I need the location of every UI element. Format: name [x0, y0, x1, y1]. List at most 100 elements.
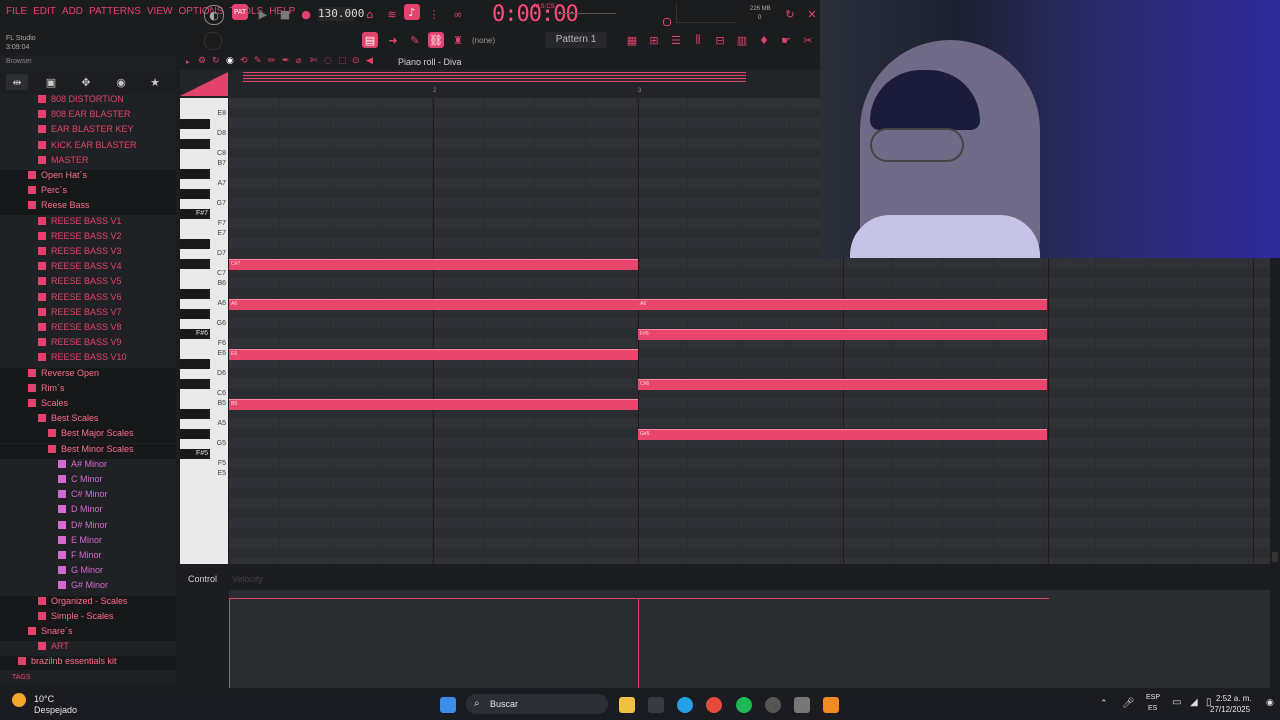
pat-song-toggle[interactable]: PAT [232, 4, 248, 20]
network-icon[interactable]: ▭ [1172, 697, 1181, 708]
midi-note[interactable]: C#6 [638, 379, 1047, 390]
stop-icon[interactable]: ■ [277, 6, 293, 22]
browser-item[interactable]: REESE BASS V4 [0, 261, 176, 276]
touch-icon[interactable]: ☛ [778, 32, 794, 48]
browser-item[interactable]: Reese Bass [0, 200, 176, 216]
weather-icon[interactable] [12, 693, 26, 707]
tab-all-icon[interactable]: ⇹ [6, 74, 28, 90]
piano-roll-tool-icon[interactable]: ◉ [226, 56, 234, 66]
language-2[interactable]: ES [1148, 705, 1157, 712]
tray-chevron-icon[interactable]: ⌃ [1100, 699, 1108, 709]
browser-item[interactable]: KICK EAR BLASTER [0, 140, 176, 155]
piano-roll-tool-icon[interactable]: ◀ [366, 56, 373, 66]
playlist-icon[interactable]: ▦ [624, 32, 640, 48]
velocity-stem-2[interactable] [638, 598, 639, 688]
browser-item[interactable]: REESE BASS V2 [0, 231, 176, 246]
fl-studio-icon[interactable] [823, 697, 839, 713]
piano-roll-tool-icon[interactable]: ⊙ [352, 56, 360, 66]
microphone-icon[interactable]: 🎤︎ [1122, 698, 1135, 709]
weather-temp[interactable]: 10°C [34, 694, 54, 704]
black-key[interactable] [180, 379, 210, 389]
wait-icon[interactable]: ≋ [384, 6, 400, 22]
black-key[interactable] [180, 239, 210, 249]
step-edit-icon[interactable]: ⋮ [426, 6, 442, 22]
browser-item[interactable]: E Minor [0, 535, 176, 550]
control-target[interactable]: Velocity [232, 574, 263, 584]
settings-icon[interactable] [794, 697, 810, 713]
piano-roll-menu-icon[interactable]: ▸ [186, 58, 190, 66]
browser-item[interactable]: REESE BASS V10 [0, 352, 176, 367]
piano-roll-icon[interactable]: ⊞ [646, 32, 662, 48]
loop-record-icon[interactable]: ∞ [450, 6, 466, 22]
language-1[interactable]: ESP [1146, 694, 1160, 701]
browser-item[interactable]: D# Minor [0, 520, 176, 535]
browser-item[interactable]: Best Scales [0, 413, 176, 429]
black-key[interactable] [180, 359, 210, 369]
browser-item[interactable]: ART [0, 641, 176, 656]
velocity-lane[interactable] [229, 590, 1270, 688]
midi-note[interactable]: A6 [229, 299, 638, 310]
piano-roll-tool-icon[interactable]: ✎ [254, 56, 262, 66]
none-selector[interactable]: (none) [472, 36, 495, 45]
menu-add[interactable]: ADD [62, 6, 83, 17]
control-label[interactable]: Control [188, 574, 217, 584]
channel-rack-icon[interactable]: ☰ [668, 32, 684, 48]
black-key[interactable] [180, 429, 210, 439]
browser-item[interactable]: REESE BASS V3 [0, 246, 176, 261]
tab-current-project-icon[interactable]: ▣ [40, 74, 62, 90]
countdown-icon[interactable]: ♪ [404, 4, 420, 20]
windows-start-icon[interactable] [440, 697, 456, 713]
browser-item[interactable]: REESE BASS V6 [0, 292, 176, 307]
piano-roll-tool-icon[interactable]: ⟲ [240, 56, 248, 66]
browser-item[interactable]: Snare´s [0, 626, 176, 641]
browser-item[interactable]: REESE BASS V1 [0, 216, 176, 231]
piano-roll-tool-icon[interactable]: ⚙ [198, 56, 206, 66]
logo-icon[interactable]: ◐ [204, 5, 224, 25]
midi-note[interactable]: B5 [229, 399, 638, 410]
browser-item[interactable]: Reverse Open [0, 367, 176, 383]
plugin-db-icon[interactable]: ▥ [734, 32, 750, 48]
browser-item[interactable]: C# Minor [0, 489, 176, 504]
piano-roll-tool-icon[interactable]: ✏ [268, 56, 276, 66]
browser-item[interactable]: A# Minor [0, 459, 176, 474]
browser-item[interactable]: REESE BASS V8 [0, 322, 176, 337]
browser-item[interactable]: C Minor [0, 474, 176, 489]
piano-roll-tool-icon[interactable]: ↻ [212, 56, 220, 66]
mixer-view-icon[interactable]: ⫼ [690, 32, 706, 48]
browser-item[interactable]: Rim´s [0, 382, 176, 398]
scrollbar[interactable] [1272, 552, 1278, 562]
black-key[interactable] [180, 259, 210, 269]
tab-sounds-icon[interactable]: ◉ [110, 74, 132, 90]
piano-roll-tool-icon[interactable]: ✒ [282, 56, 290, 66]
menu-patterns[interactable]: PATTERNS [89, 6, 141, 17]
spotify-icon[interactable] [736, 697, 752, 713]
browser-item[interactable]: 808 DISTORTION [0, 94, 176, 109]
menu-view[interactable]: VIEW [147, 6, 173, 17]
tab-plugin-db-icon[interactable]: ✥ [75, 74, 97, 90]
midi-note[interactable]: G#5 [638, 429, 1047, 440]
link-icon[interactable]: ⛓ [428, 32, 444, 48]
mixer-icon[interactable]: ▤ [362, 32, 378, 48]
close-icon[interactable]: ✕ [804, 6, 820, 22]
piano-roll-tool-icon[interactable]: ◌ [324, 56, 332, 66]
piano-roll-tool-icon[interactable]: ⌀ [296, 56, 301, 66]
browser-item[interactable]: D Minor [0, 504, 176, 519]
midi-note[interactable]: F#6 [638, 329, 1047, 340]
browser-item[interactable]: MASTER [0, 155, 176, 170]
arrow-icon[interactable]: ➜ [385, 32, 401, 48]
weather-desc[interactable]: Despejado [34, 705, 77, 715]
detach-icon[interactable]: ✂ [800, 32, 816, 48]
black-key[interactable] [180, 169, 210, 179]
midi-note[interactable]: C#7 [229, 259, 638, 270]
volume-knob[interactable] [663, 18, 671, 26]
piano-keyboard[interactable]: E8 D8 C8 B7 A7 G7 F#7 F7 E7 D7 C7 B6 A6 G6 F#6 F6 E6 D6 C6… [180, 98, 228, 564]
black-key[interactable] [180, 409, 210, 419]
browser-item[interactable]: Perc´s [0, 185, 176, 201]
metronome-icon[interactable]: ⌂ [362, 6, 378, 22]
browser-item[interactable]: EAR BLASTER KEY [0, 124, 176, 139]
browser-item[interactable]: Open Hat´s [0, 170, 176, 185]
piano-roll-tool-icon[interactable]: ✄ [310, 56, 318, 66]
browser-item[interactable]: brazilnb essentials kit [0, 656, 176, 670]
tempo-display[interactable]: 130.000 [318, 7, 364, 21]
menu-edit[interactable]: EDIT [33, 6, 56, 17]
